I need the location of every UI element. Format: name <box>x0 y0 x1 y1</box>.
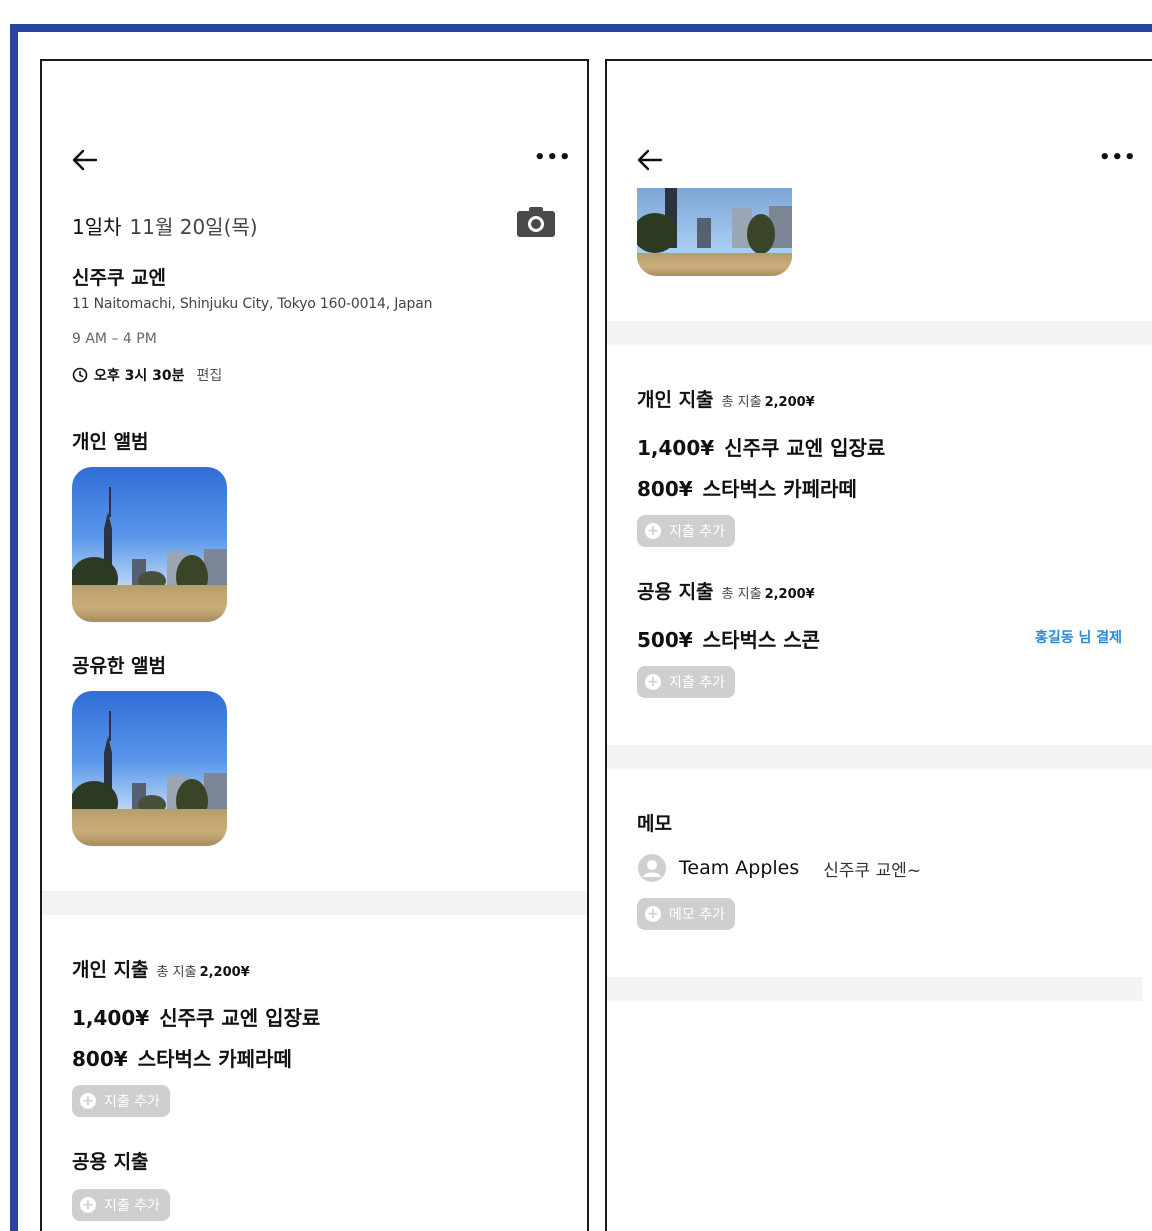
plus-circle-icon: + <box>645 906 661 922</box>
place-name[interactable]: 신주쿠 교엔 <box>72 263 166 290</box>
total-label: 총 지출 <box>721 395 762 410</box>
expense-item[interactable]: 500¥ 스타벅스 스콘 <box>637 624 820 653</box>
expense-label: 스타벅스 카페라떼 <box>702 477 857 501</box>
expense-label: 신주쿠 교엔 입장료 <box>724 436 886 460</box>
add-memo-button[interactable]: + 메모 추가 <box>637 898 735 930</box>
day-header: 1일차 11월 20일(목) <box>72 211 258 240</box>
expense-amount: 1,400¥ <box>637 436 715 460</box>
add-expense-label: 지출 추가 <box>104 1094 160 1110</box>
day-date: 11월 20일(목) <box>129 215 258 239</box>
shared-expense-title: 공용 지출 <box>72 1151 149 1173</box>
personal-expense-header: 개인 지출 총 지출 2,200¥ <box>72 955 250 982</box>
album-photo[interactable] <box>72 691 227 846</box>
section-divider <box>607 977 1142 1001</box>
place-address: 11 Naitomachi, Shinjuku City, Tokyo 160-… <box>72 296 433 312</box>
clock-icon <box>72 367 88 383</box>
plus-circle-icon: + <box>645 674 661 690</box>
expense-amount: 500¥ <box>637 628 693 652</box>
memo-title: 메모 <box>637 813 672 835</box>
memo-item[interactable]: Team Apples 신주쿠 교엔~ <box>637 853 921 883</box>
visit-time-row: 오후 3시 30분 편집 <box>72 365 222 385</box>
section-divider <box>607 745 1152 769</box>
more-icon[interactable]: ••• <box>1099 147 1137 168</box>
day-detail-screen-scrolled: ••• 개인 지출 총 지출 2,200¥ 1,400¥ 신주쿠 교엔 입장료 800… <box>605 59 1152 1231</box>
edit-time-button[interactable]: 편집 <box>197 365 223 385</box>
expense-item[interactable]: 800¥ 스타벅스 카페라떼 <box>637 473 857 502</box>
personal-expense-title: 개인 지출 <box>72 959 149 981</box>
day-detail-screen-top: ••• 1일차 11월 20일(목) 신주쿠 교엔 11 Naitomachi, … <box>40 59 589 1231</box>
personal-expense-title: 개인 지출 <box>637 389 714 411</box>
plus-circle-icon: + <box>80 1197 96 1213</box>
album-photo[interactable] <box>72 467 227 622</box>
expense-item[interactable]: 1,400¥ 신주쿠 교엔 입장료 <box>72 1002 320 1031</box>
album-photo-partial[interactable] <box>637 188 792 276</box>
total-label: 총 지출 <box>721 587 762 602</box>
place-hours: 9 AM – 4 PM <box>72 331 157 347</box>
back-arrow-icon[interactable] <box>637 149 663 171</box>
section-divider <box>42 891 587 915</box>
more-icon[interactable]: ••• <box>534 147 572 168</box>
back-arrow-icon[interactable] <box>72 149 98 171</box>
add-expense-button[interactable]: + 지출 추가 <box>637 515 735 547</box>
section-divider <box>607 321 1152 345</box>
payer-label[interactable]: 홍길동 님 결제 <box>1035 627 1122 647</box>
total-amount: 2,200¥ <box>764 587 815 602</box>
total-amount: 2,200¥ <box>199 965 250 980</box>
total-amount: 2,200¥ <box>764 395 815 410</box>
shared-expense-title: 공용 지출 <box>637 581 714 603</box>
expense-label: 스타벅스 카페라떼 <box>137 1047 292 1071</box>
expense-label: 스타벅스 스콘 <box>702 628 821 652</box>
total-label: 총 지출 <box>156 965 197 980</box>
add-expense-button[interactable]: + 지출 추가 <box>72 1085 170 1117</box>
expense-item[interactable]: 1,400¥ 신주쿠 교엔 입장료 <box>637 432 885 461</box>
add-expense-button[interactable]: + 지출 추가 <box>637 666 735 698</box>
personal-album-title: 개인 앨범 <box>72 431 149 453</box>
add-expense-button[interactable]: + 지출 추가 <box>72 1189 170 1221</box>
memo-text: 신주쿠 교엔~ <box>823 860 922 881</box>
plus-circle-icon: + <box>645 523 661 539</box>
add-expense-label: 지출 추가 <box>104 1198 160 1214</box>
expense-amount: 800¥ <box>637 477 693 501</box>
camera-icon[interactable] <box>516 206 556 238</box>
expense-item[interactable]: 800¥ 스타벅스 카페라떼 <box>72 1043 292 1072</box>
plus-circle-icon: + <box>80 1093 96 1109</box>
visit-time: 오후 3시 30분 <box>94 368 185 384</box>
shared-album-title: 공유한 앨범 <box>72 655 167 677</box>
expense-amount: 800¥ <box>72 1047 128 1071</box>
avatar-icon <box>638 854 666 882</box>
expense-amount: 1,400¥ <box>72 1006 150 1030</box>
expense-label: 신주쿠 교엔 입장료 <box>159 1006 321 1030</box>
add-expense-label: 지출 추가 <box>669 675 725 691</box>
day-label: 1일차 <box>72 215 122 239</box>
shared-expense-header: 공용 지출 총 지출 2,200¥ <box>637 577 815 604</box>
add-expense-label: 지출 추가 <box>669 524 725 540</box>
memo-author: Team Apples <box>679 857 800 879</box>
add-memo-label: 메모 추가 <box>669 907 725 923</box>
personal-expense-header: 개인 지출 총 지출 2,200¥ <box>637 385 815 412</box>
